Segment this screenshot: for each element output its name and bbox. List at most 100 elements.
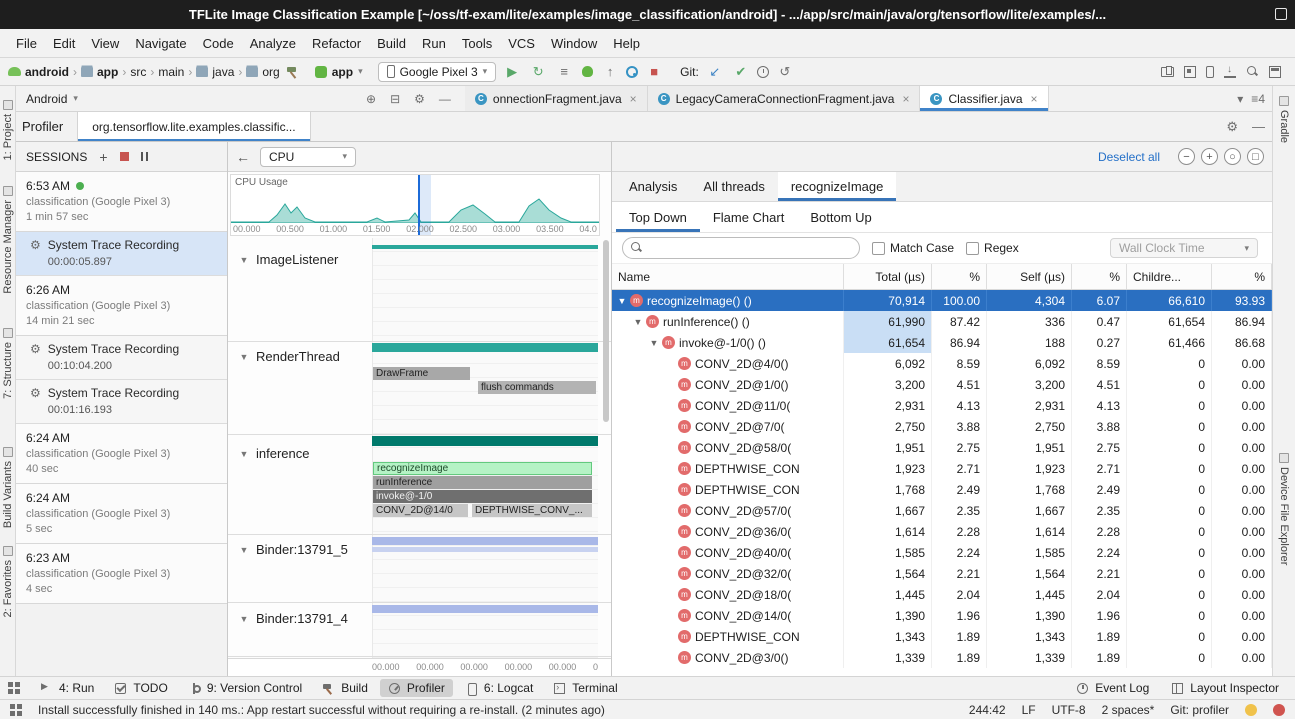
breadcrumb-item-src[interactable]: src xyxy=(130,65,146,79)
table-row[interactable]: mCONV_2D@7/0(2,7503.882,7503.8800.00 xyxy=(612,416,1272,437)
breadcrumb-item-main[interactable]: main xyxy=(158,65,184,79)
git-branch[interactable]: Git: profiler xyxy=(1170,703,1229,717)
add-session-button[interactable]: + xyxy=(99,149,107,165)
tool-button-layout-inspector[interactable]: Layout Inspector xyxy=(1163,679,1287,697)
menu-item-tools[interactable]: Tools xyxy=(454,32,500,55)
tool-window-button-resource-manager[interactable]: Resource Manager xyxy=(2,186,14,294)
yellow-status-icon[interactable] xyxy=(1245,704,1257,716)
column-header-1[interactable]: Total (µs) xyxy=(844,264,932,289)
tool-window-button-1-project[interactable]: 1: Project xyxy=(2,100,14,160)
tool-button-9-version-control[interactable]: 9: Version Control xyxy=(180,679,310,697)
menu-item-vcs[interactable]: VCS xyxy=(500,32,543,55)
tool-window-button-gradle[interactable]: Gradle xyxy=(1278,96,1290,143)
file-encoding[interactable]: UTF-8 xyxy=(1052,703,1086,717)
column-header-3[interactable]: Self (µs) xyxy=(987,264,1072,289)
run-configurations-icon[interactable]: ≡ xyxy=(554,64,574,79)
layout-inspector-button[interactable] xyxy=(1184,66,1196,78)
menu-item-help[interactable]: Help xyxy=(605,32,648,55)
tool-button-build[interactable]: Build xyxy=(314,679,376,697)
renderthread-activity-bar[interactable] xyxy=(372,343,598,352)
inference-activity-bar[interactable] xyxy=(372,436,598,446)
window-icon[interactable] xyxy=(1275,8,1287,20)
tool-button-6-logcat[interactable]: 6: Logcat xyxy=(457,679,541,697)
collapse-sessions-button[interactable] xyxy=(141,152,148,161)
trace-event-depthwise-conv[interactable]: DEPTHWISE_CONV_... xyxy=(472,504,592,517)
hide-profiler-button[interactable]: — xyxy=(1252,119,1265,134)
device-mirroring-button[interactable] xyxy=(1206,66,1214,78)
breadcrumb-item-app[interactable]: app xyxy=(81,65,118,79)
collapse-icon[interactable]: ▼ xyxy=(238,614,250,624)
breadcrumb-item-java[interactable]: java xyxy=(196,65,234,79)
table-row[interactable]: mCONV_2D@11/0(2,9314.132,9314.1300.00 xyxy=(612,395,1272,416)
binder5-activity-bar2[interactable] xyxy=(372,547,598,552)
column-header-4[interactable]: % xyxy=(1072,264,1127,289)
stop-button[interactable]: ■ xyxy=(644,64,664,79)
menu-item-navigate[interactable]: Navigate xyxy=(127,32,194,55)
column-header-0[interactable]: Name xyxy=(612,264,844,289)
project-view-select[interactable]: Android ▾ xyxy=(26,86,196,111)
run-button[interactable]: ▶ xyxy=(502,64,522,80)
table-row[interactable]: mCONV_2D@32/0(1,5642.211,5642.2100.00 xyxy=(612,563,1272,584)
run-config-select[interactable]: app ▾ xyxy=(306,62,372,82)
window-layout-button[interactable] xyxy=(1269,66,1281,78)
status-tool-window-icon[interactable] xyxy=(10,704,22,716)
tool-window-button-device-file-explorer[interactable]: Device File Explorer xyxy=(1278,453,1290,565)
tool-button-4-run[interactable]: 4: Run xyxy=(32,679,102,697)
column-header-6[interactable]: % xyxy=(1212,264,1272,289)
table-row[interactable]: ▼mrecognizeImage() ()70,914100.004,3046.… xyxy=(612,290,1272,311)
trace-event-recognizeimage[interactable]: recognizeImage xyxy=(373,462,592,475)
rollback-button[interactable]: ↺ xyxy=(775,64,795,80)
tool-window-button-build-variants[interactable]: Build Variants xyxy=(2,447,14,528)
table-row[interactable]: ▼minvoke@-1/0() ()61,65486.941880.2761,4… xyxy=(612,332,1272,353)
settings-icon[interactable]: ⚙ xyxy=(414,92,425,106)
table-row[interactable]: mCONV_2D@58/0(1,9512.751,9512.7500.00 xyxy=(612,437,1272,458)
attach-debugger-button[interactable]: ↑ xyxy=(600,64,620,79)
table-row[interactable]: mDEPTHWISE_CON1,9232.711,9232.7100.00 xyxy=(612,458,1272,479)
zoom-out-icon[interactable]: − xyxy=(1178,148,1195,165)
subtab-top-down[interactable]: Top Down xyxy=(616,202,700,232)
tool-window-button-7-structure[interactable]: 7: Structure xyxy=(2,328,14,399)
menu-item-refactor[interactable]: Refactor xyxy=(304,32,369,55)
thread-binder-4[interactable]: ▼Binder:13791_4 xyxy=(238,611,348,626)
column-header-5[interactable]: Childre... xyxy=(1127,264,1212,289)
debug-button[interactable] xyxy=(582,66,593,77)
expand-arrow-icon[interactable]: ▼ xyxy=(616,296,628,306)
chevron-down-icon[interactable]: ▾ xyxy=(1237,92,1243,106)
expand-arrow-icon[interactable]: ▼ xyxy=(632,317,644,327)
profile-button[interactable] xyxy=(626,66,638,78)
menu-item-analyze[interactable]: Analyze xyxy=(242,32,304,55)
tool-button-todo[interactable]: TODO xyxy=(106,679,175,697)
tool-window-switcher-icon[interactable] xyxy=(8,682,20,694)
imagelistener-activity-bar[interactable] xyxy=(372,245,598,249)
tab-all-threads[interactable]: All threads xyxy=(690,172,777,201)
profiler-session-tab[interactable]: org.tensorflow.lite.examples.classific..… xyxy=(77,112,310,141)
close-tab-icon[interactable]: × xyxy=(902,92,909,106)
collapse-icon[interactable]: ▼ xyxy=(238,449,250,459)
checkbox-icon[interactable] xyxy=(966,242,979,255)
table-row[interactable]: mDEPTHWISE_CON1,3431.891,3431.8900.00 xyxy=(612,626,1272,647)
apply-changes-button[interactable]: ↻ xyxy=(528,64,548,80)
thread-binder-5[interactable]: ▼Binder:13791_5 xyxy=(238,542,348,557)
thread-renderthread[interactable]: ▼RenderThread xyxy=(238,349,340,364)
tab-analysis[interactable]: Analysis xyxy=(616,172,690,201)
table-row[interactable]: mCONV_2D@57/0(1,6672.351,6672.3500.00 xyxy=(612,500,1272,521)
commit-button[interactable]: ✔ xyxy=(731,64,751,80)
device-select[interactable]: Google Pixel 3 ▾ xyxy=(378,62,497,82)
session-recording[interactable]: ⚙System Trace Recording00:00:05.897 xyxy=(16,232,227,276)
session-item[interactable]: 6:24 AMclassification (Google Pixel 3)40… xyxy=(16,424,227,484)
device-manager-button[interactable] xyxy=(1161,67,1174,77)
session-recording[interactable]: ⚙System Trace Recording00:01:16.193 xyxy=(16,380,227,424)
stop-session-button[interactable] xyxy=(120,152,129,161)
expand-arrow-icon[interactable]: ▼ xyxy=(648,338,660,348)
regex-checkbox[interactable]: Regex xyxy=(966,241,1019,255)
vertical-scrollbar[interactable] xyxy=(603,240,609,422)
table-row[interactable]: mCONV_2D@36/0(1,6142.281,6142.2800.00 xyxy=(612,521,1272,542)
back-button[interactable]: ← xyxy=(236,149,250,165)
status-message[interactable]: Install successfully finished in 140 ms.… xyxy=(38,703,605,717)
editor-tab-onnectionfragment-java[interactable]: ConnectionFragment.java× xyxy=(465,86,648,111)
table-row[interactable]: mCONV_2D@40/0(1,5852.241,5852.2400.00 xyxy=(612,542,1272,563)
caret-position[interactable]: 244:42 xyxy=(969,703,1006,717)
collapse-icon[interactable]: ▼ xyxy=(238,545,250,555)
thread-imagelistener[interactable]: ▼ImageListener xyxy=(238,252,338,267)
binder5-activity-bar[interactable] xyxy=(372,537,598,545)
